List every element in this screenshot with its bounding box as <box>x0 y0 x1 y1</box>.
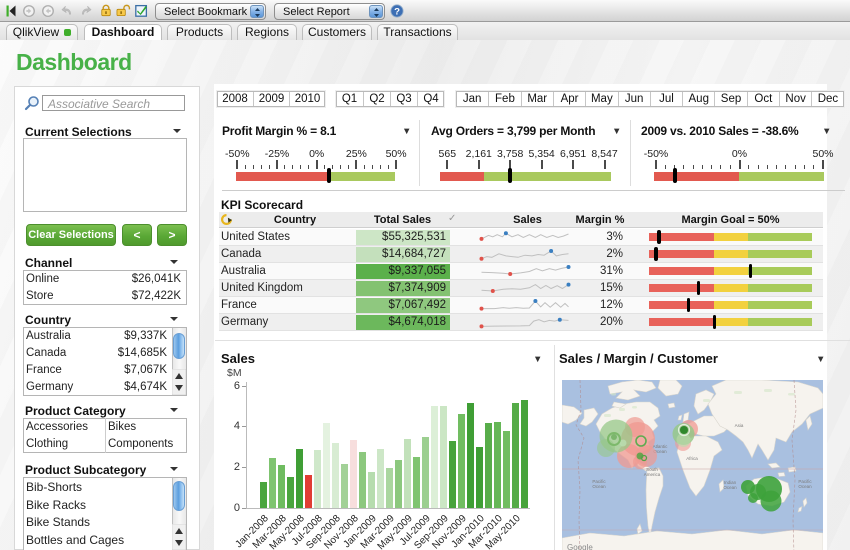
svg-text:America: America <box>644 472 661 477</box>
svg-text:Ocean: Ocean <box>798 484 812 489</box>
svg-text:Africa: Africa <box>686 456 698 461</box>
svg-text:Asia: Asia <box>735 423 744 428</box>
svg-text:?: ? <box>394 7 400 18</box>
svg-text:Ocean: Ocean <box>592 484 606 489</box>
svg-text:Google: Google <box>567 543 593 550</box>
svg-text:Ocean: Ocean <box>723 485 737 490</box>
